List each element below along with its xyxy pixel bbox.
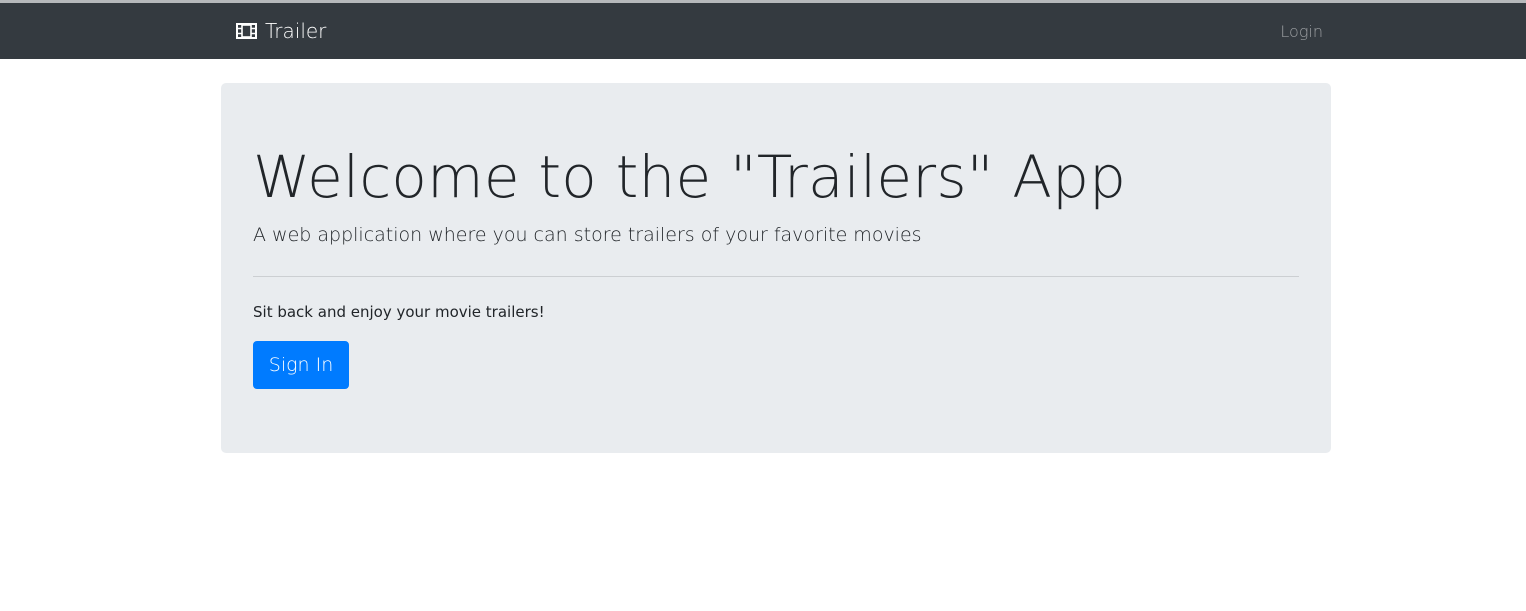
sign-in-button[interactable]: Sign In <box>253 341 349 389</box>
film-icon <box>236 23 257 39</box>
welcome-jumbotron: Welcome to the "Trailers" App A web appl… <box>221 83 1331 453</box>
page-title: Welcome to the "Trailers" App <box>253 143 1127 211</box>
divider <box>253 276 1299 277</box>
navbar-brand[interactable]: Trailer <box>236 3 326 59</box>
body-text: Sit back and enjoy your movie trailers! <box>253 303 545 321</box>
navbar: Trailer Login <box>0 3 1526 59</box>
lead-text: A web application where you can store tr… <box>253 224 922 246</box>
login-link[interactable]: Login <box>1280 3 1323 59</box>
brand-label: Trailer <box>265 19 327 43</box>
